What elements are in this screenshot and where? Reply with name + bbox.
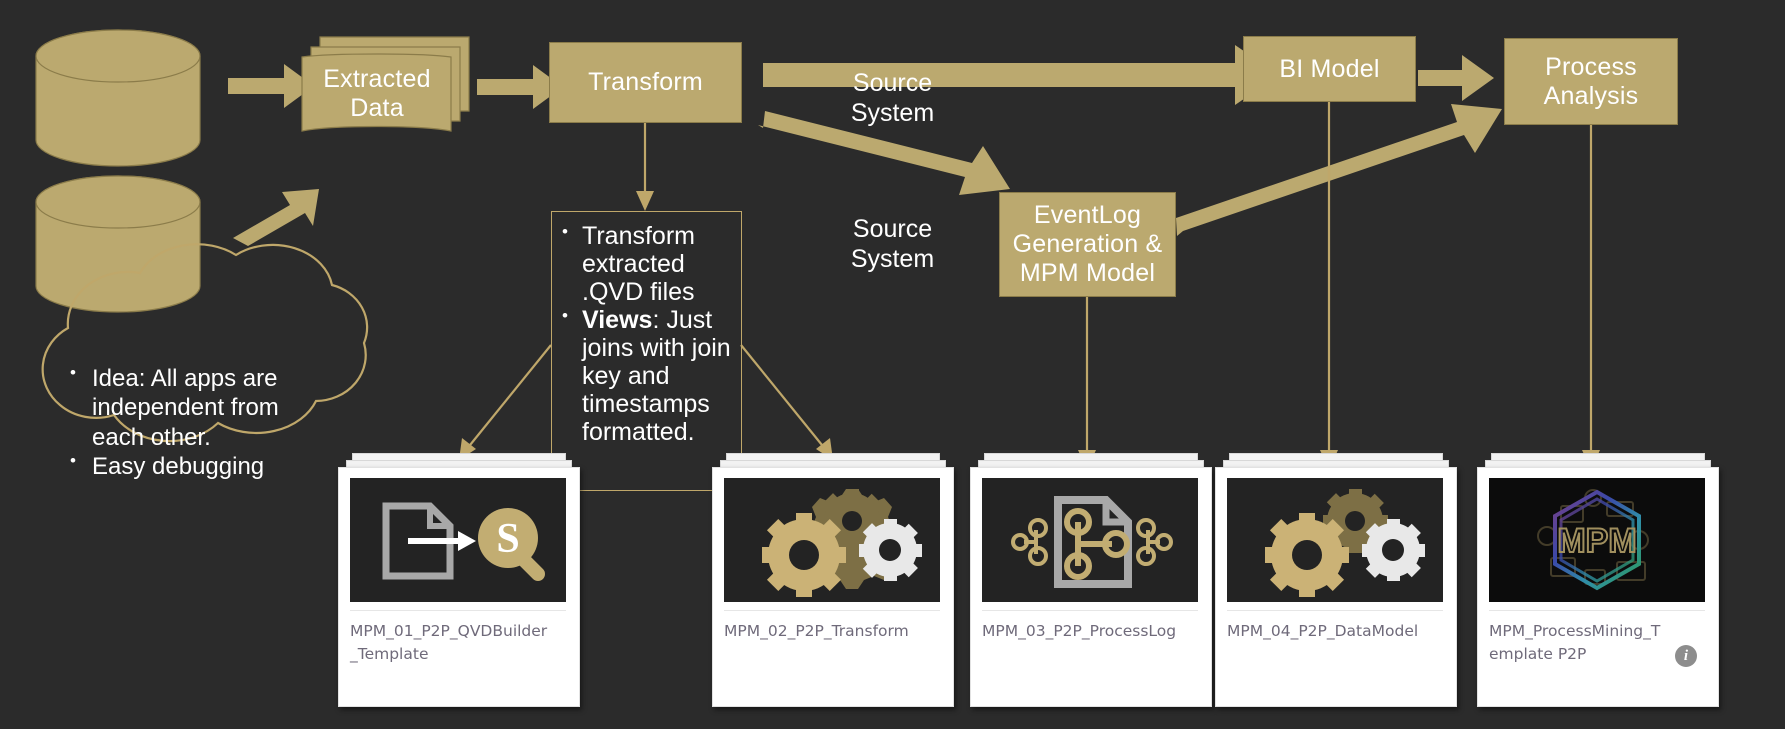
bi-model-node-label: BI Model	[1279, 54, 1380, 83]
gears-icon	[762, 489, 922, 597]
app-thumbnail-2	[724, 478, 940, 602]
mpm-hexagon-icon: MPM	[1537, 489, 1649, 591]
process-log-icon	[1011, 496, 1173, 588]
gears-icon	[1265, 489, 1425, 597]
eventlog-line-2: Generation &	[1012, 230, 1163, 258]
app-card-5[interactable]: MPM MPM_ProcessMining_Template P2P i	[1477, 453, 1719, 707]
cloud-note-2: Easy debugging	[70, 451, 316, 481]
app-card-4[interactable]: MPM_04_P2P_DataModel	[1215, 453, 1457, 707]
app-card-3[interactable]: MPM_03_P2P_ProcessLog	[970, 453, 1212, 707]
transform-node-label: Transform	[588, 68, 703, 96]
cloud-note-1: Idea: All apps are independent from each…	[70, 363, 316, 452]
info-icon[interactable]: i	[1675, 645, 1697, 667]
app-card-5-label: MPM_ProcessMining_Template P2P	[1489, 622, 1661, 663]
eventlog-node[interactable]: EventLog Generation & MPM Model	[999, 192, 1176, 297]
card-divider	[982, 610, 1198, 611]
app-card-2-label: MPM_02_P2P_Transform	[724, 622, 909, 640]
arrow-notes-to-app2	[740, 344, 833, 460]
app-card-4-label: MPM_04_P2P_DataModel	[1227, 622, 1419, 640]
process-analysis-line-1: Process	[1545, 52, 1637, 81]
process-analysis-node[interactable]: Process Analysis	[1504, 38, 1678, 125]
app-thumbnail-3	[982, 478, 1198, 602]
arrow-transform-to-notes	[636, 123, 654, 211]
app-thumbnail-1: S	[350, 478, 566, 602]
app-thumbnail-4	[1227, 478, 1443, 602]
eventlog-line-1: EventLog	[1033, 201, 1142, 229]
transform-note-2-label: Views	[582, 306, 653, 334]
app-card-3-label: MPM_03_P2P_ProcessLog	[982, 622, 1177, 640]
arrow-eventlog-to-app3	[1078, 297, 1096, 470]
card-divider	[724, 610, 940, 611]
app-thumbnail-5: MPM	[1489, 478, 1705, 602]
svg-text:S: S	[496, 516, 519, 562]
transform-note-1: Transform extracted .QVD files	[562, 222, 733, 306]
transform-node[interactable]: Transform	[549, 42, 742, 123]
card-divider	[350, 610, 566, 611]
bi-model-node[interactable]: BI Model	[1243, 36, 1416, 102]
app-card-1-label: MPM_01_P2P_QVDBuilder_Template	[350, 622, 548, 663]
extracted-data-label: Extracted Data	[323, 65, 431, 122]
arrow-bimodel-to-app4	[1320, 102, 1338, 470]
svg-text:MPM: MPM	[1557, 522, 1636, 560]
arrow-notes-to-app1	[459, 344, 552, 460]
app-card-1[interactable]: S MPM_01_P2P_QVDBuilder_Template	[338, 453, 580, 707]
app-card-2[interactable]: MPM_02_P2P_Transform	[712, 453, 954, 707]
diagram-canvas: .gf{fill:#bba96f;stroke:#8b7c4a;stroke-w…	[0, 0, 1785, 729]
source-system-2-label: Source System	[850, 215, 935, 273]
qvd-builder-icon: S	[382, 502, 545, 581]
arrow-processanalysis-to-app5	[1582, 125, 1600, 470]
transform-notes-box: Transform extracted .QVD files Views: Ju…	[551, 211, 742, 491]
thought-cloud-note: Idea: All apps are independent from each…	[66, 363, 316, 481]
process-analysis-line-2: Analysis	[1543, 81, 1639, 110]
transform-note-2: Views: Just joins with join key and time…	[562, 306, 733, 446]
card-divider	[1489, 610, 1705, 611]
card-divider	[1227, 610, 1443, 611]
eventlog-line-3: MPM Model	[1019, 259, 1156, 287]
